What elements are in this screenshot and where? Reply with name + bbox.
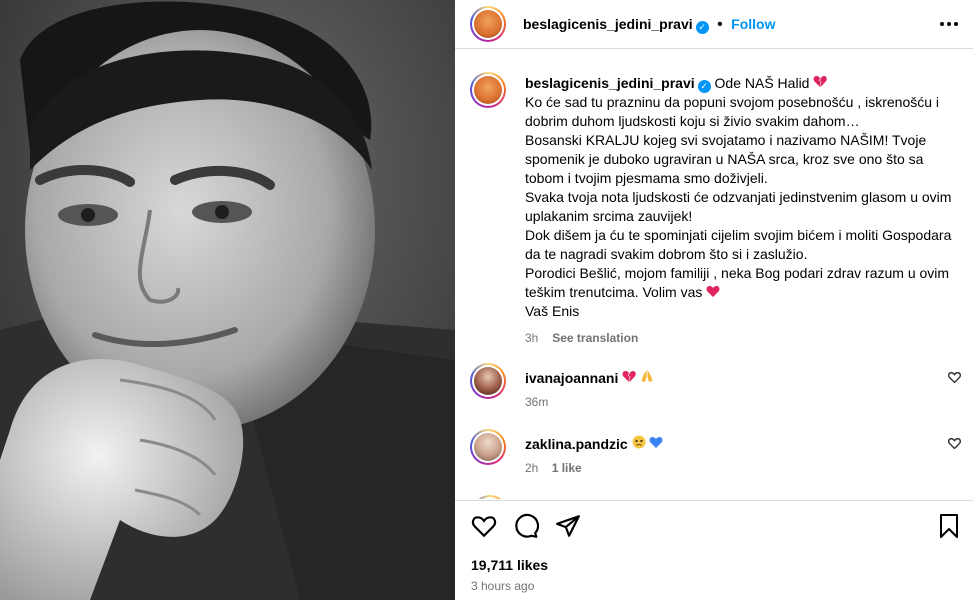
caption-line: Dok dišem ja ću te spominjati cijelim sv… (525, 227, 952, 262)
post-photo[interactable] (0, 0, 455, 600)
commenter-username[interactable]: ivanajoannani (525, 370, 618, 386)
post-actions: 19,711 likes 3 hours ago (455, 500, 973, 601)
comment-likes[interactable]: 1 like (552, 461, 582, 475)
verified-icon: ✓ (697, 80, 711, 93)
commenter-avatar[interactable] (472, 495, 508, 499)
broken-heart-icon (622, 370, 636, 386)
comment-item: zaklina.pandzic 2h 1 like (455, 429, 973, 489)
follow-button[interactable]: Follow (731, 16, 775, 32)
author-username[interactable]: beslagicenis_jedini_pravi (523, 16, 693, 32)
share-icon[interactable] (555, 513, 583, 541)
more-icon[interactable] (939, 14, 959, 39)
comments-area[interactable]: beslagicenis_jedini_pravi ✓ Ode NAŠ Halid… (455, 49, 973, 499)
comment-like-icon[interactable] (948, 437, 961, 452)
comment-item: ivanajoannani 36m (455, 363, 973, 423)
follow-separator: • (717, 16, 723, 33)
caption: beslagicenis_jedini_pravi ✓ Ode NAŠ Halid… (525, 74, 955, 348)
sad-face-icon (632, 435, 646, 452)
caption-line: Svaka tvoja nota ljudskosti će odzvanjat… (525, 189, 952, 224)
comment-icon[interactable] (513, 513, 541, 541)
commenter-avatar[interactable] (470, 429, 506, 465)
blue-heart-icon (649, 436, 663, 452)
caption-first-line: Ode NAŠ Halid (714, 75, 810, 91)
post-panel: beslagicenis_jedini_pravi ✓ • Follow besl… (455, 0, 973, 600)
comment-time: 2h (525, 461, 539, 475)
caption-time: 3h (525, 331, 539, 345)
caption-line: Porodici Bešlić, mojom familiji , neka B… (525, 265, 950, 300)
caption-line: Ko će sad tu prazninu da popuni svojom p… (525, 94, 940, 129)
commenter-avatar[interactable] (470, 363, 506, 399)
praying-hands-icon (640, 369, 654, 386)
heart-icon[interactable] (471, 513, 499, 541)
see-translation-link[interactable]: See translation (552, 331, 638, 345)
author-avatar[interactable] (470, 6, 506, 42)
post-time: 3 hours ago (471, 579, 535, 593)
caption-username[interactable]: beslagicenis_jedini_pravi (525, 75, 695, 91)
caption-line: Vaš Enis (525, 303, 580, 319)
comment-time: 36m (525, 395, 549, 409)
comment-like-icon[interactable] (948, 371, 961, 386)
commenter-username[interactable]: zaklina.pandzic (525, 436, 628, 452)
portrait-image (0, 0, 455, 600)
heart-emoji-icon (706, 283, 720, 302)
caption-avatar[interactable] (470, 72, 506, 108)
post-header: beslagicenis_jedini_pravi ✓ • Follow (455, 0, 973, 49)
likes-count[interactable]: 19,711 likes (471, 557, 548, 573)
caption-line: Bosanski KRALJU kojeg svi svojatamo i na… (525, 132, 927, 186)
verified-icon: ✓ (695, 21, 709, 34)
broken-heart-icon (813, 74, 828, 93)
save-icon[interactable] (937, 513, 965, 541)
